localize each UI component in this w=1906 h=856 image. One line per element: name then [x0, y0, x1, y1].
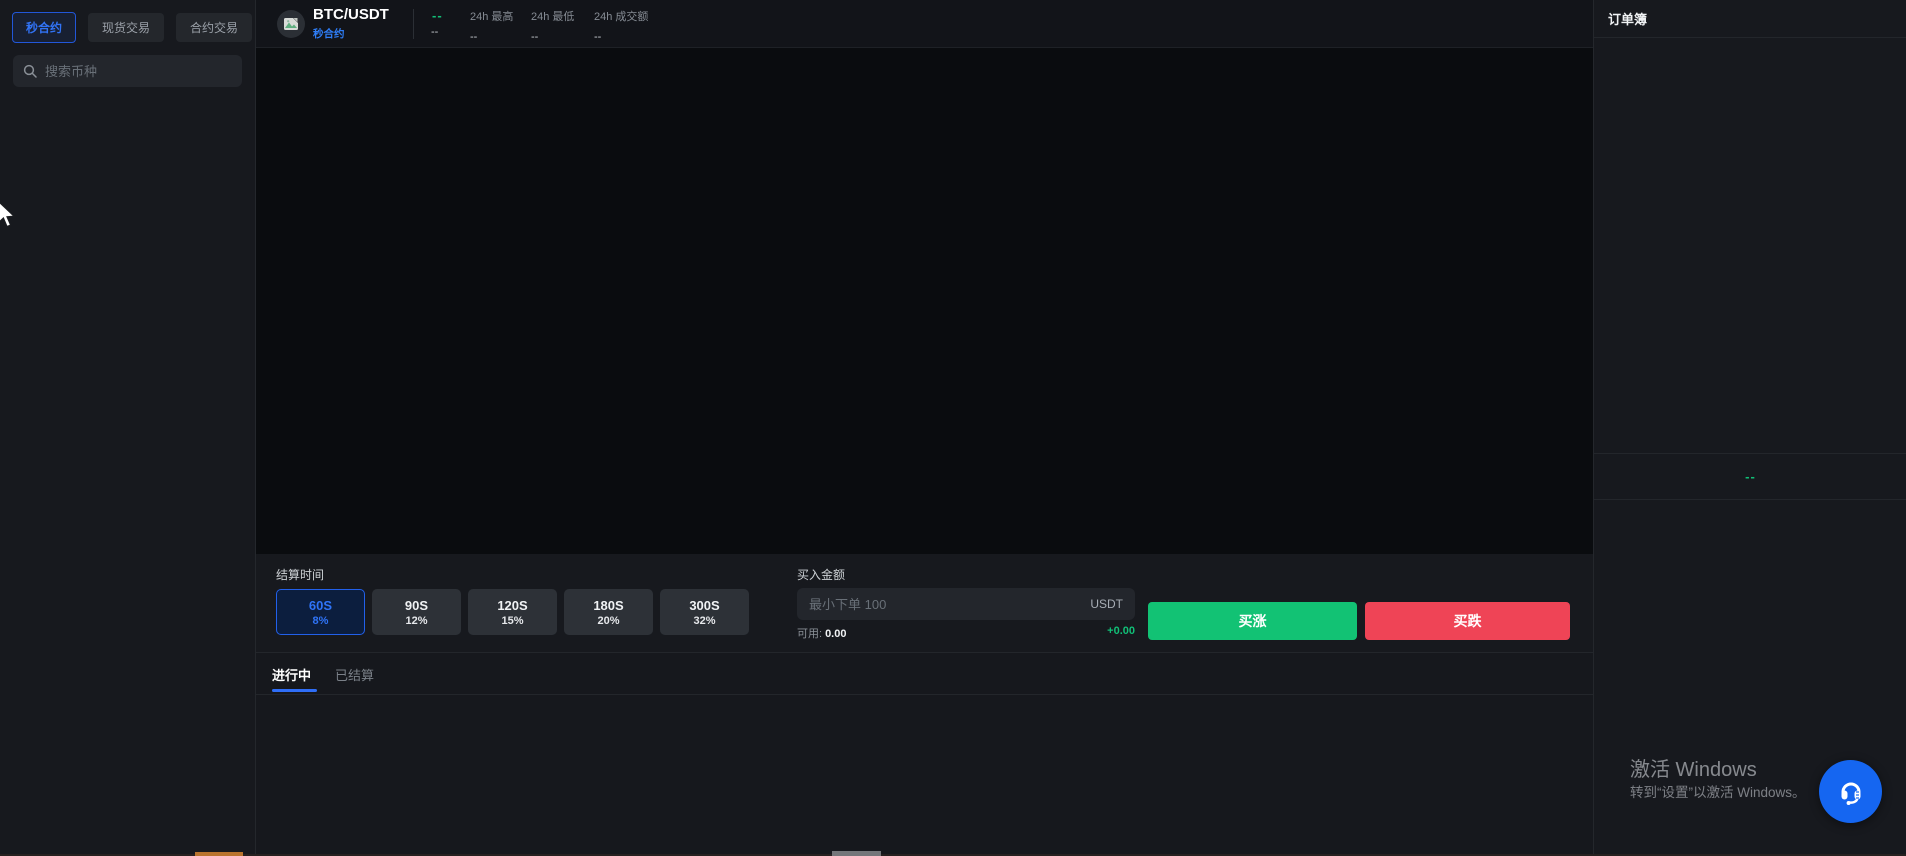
duration-label: 300S [689, 598, 719, 613]
customer-support-button[interactable] [1819, 760, 1882, 823]
stat-value: -- [470, 31, 513, 43]
pair-market-tag: 秒合约 [313, 26, 345, 41]
amount-unit: USDT [1090, 597, 1123, 611]
page-loading-bar [195, 852, 243, 856]
amount-label: 买入金额 [797, 566, 845, 583]
search-input[interactable] [45, 64, 232, 79]
stat-24h-low: 24h 最低 -- [531, 8, 574, 43]
amount-input[interactable] [809, 597, 1082, 612]
horizontal-scrollbar-thumb[interactable] [832, 851, 881, 856]
tab-spot-trading[interactable]: 现货交易 [88, 13, 164, 42]
stat-label: 24h 最低 [531, 8, 574, 24]
expected-profit: +0.00 [1055, 625, 1135, 637]
duration-rate: 8% [313, 615, 329, 627]
windows-activation-watermark-line1: 激活 Windows [1630, 753, 1757, 782]
tab-in-progress[interactable]: 进行中 [272, 665, 311, 684]
duration-label: 90S [405, 598, 428, 613]
duration-300s[interactable]: 300S 32% [660, 589, 749, 635]
orderbook-mid-row: -- [1594, 453, 1906, 500]
app-root: 秒合约 现货交易 合约交易 BTC/USDT 秒合 [0, 0, 1906, 856]
amount-input-box[interactable]: USDT [797, 588, 1135, 620]
market-type-tabs: 秒合约 现货交易 合约交易 [12, 12, 252, 43]
stat-24h-high: 24h 最高 -- [470, 8, 513, 43]
coin-logo-broken-image-icon [277, 10, 305, 38]
stat-label: 24h 最高 [470, 8, 513, 24]
orderbook-title: 订单簿 [1608, 9, 1647, 28]
headset-icon [1835, 776, 1867, 808]
sidebar: 秒合约 现货交易 合约交易 [0, 0, 256, 856]
stat-value: -- [594, 31, 648, 43]
duration-rate: 20% [597, 615, 619, 627]
pair-header: BTC/USDT 秒合约 -- -- 24h 最高 -- 24h 最低 -- 2… [256, 0, 1593, 48]
stat-label: 24h 成交额 [594, 8, 648, 24]
duration-rate: 12% [405, 615, 427, 627]
active-tab-underline [272, 689, 317, 692]
price-chart-area[interactable] [256, 48, 1593, 554]
stat-24h-volume: 24h 成交额 -- [594, 8, 648, 43]
duration-60s[interactable]: 60S 8% [276, 589, 365, 635]
duration-180s[interactable]: 180S 20% [564, 589, 653, 635]
buy-down-button[interactable]: 买跌 [1365, 602, 1570, 640]
settle-time-label: 结算时间 [276, 566, 324, 583]
last-price: -- [432, 8, 443, 23]
duration-rate: 15% [501, 615, 523, 627]
orders-section: 进行中 已结算 [256, 653, 1593, 695]
search-icon [23, 64, 37, 78]
last-price-fiat: -- [431, 26, 438, 38]
available-balance: 可用:0.00 [797, 625, 846, 641]
available-label: 可用: [797, 628, 822, 640]
buy-up-button[interactable]: 买涨 [1148, 602, 1357, 640]
tab-contract-trading[interactable]: 合约交易 [176, 13, 252, 42]
available-value: 0.00 [825, 628, 846, 640]
orderbook-mid-price: -- [1745, 469, 1756, 484]
tab-seconds-contract[interactable]: 秒合约 [12, 12, 76, 43]
duration-label: 120S [497, 598, 527, 613]
coin-search[interactable] [13, 55, 242, 87]
duration-90s[interactable]: 90S 12% [372, 589, 461, 635]
duration-rate: 32% [693, 615, 715, 627]
duration-120s[interactable]: 120S 15% [468, 589, 557, 635]
trade-panel: 结算时间 60S 8% 90S 12% 120S 15% 180S 20% 30… [256, 554, 1593, 653]
orderbook-asks [1594, 38, 1906, 453]
duration-label: 60S [309, 598, 332, 613]
windows-activation-watermark-line2: 转到“设置”以激活 Windows。 [1630, 781, 1806, 801]
pair-symbol[interactable]: BTC/USDT [313, 6, 389, 23]
stat-value: -- [531, 31, 574, 43]
header-divider [413, 9, 414, 39]
duration-options: 60S 8% 90S 12% 120S 15% 180S 20% 300S 32… [276, 589, 749, 635]
tab-settled[interactable]: 已结算 [335, 665, 374, 684]
orderbook-panel: 订单簿 -- 激活 Windows 转到“设置”以激活 Windows。 [1593, 0, 1906, 856]
duration-label: 180S [593, 598, 623, 613]
mouse-cursor [0, 200, 17, 233]
